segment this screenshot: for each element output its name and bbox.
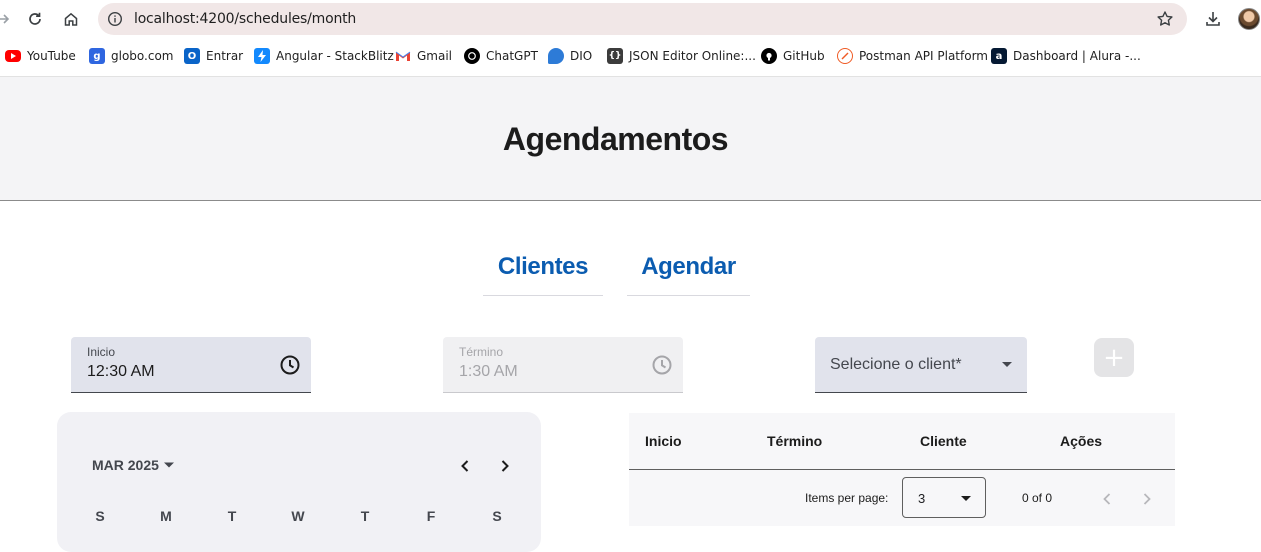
paginator-range-label: 0 of 0 — [1022, 491, 1053, 505]
json-editor-icon: {} — [607, 48, 623, 64]
clock-icon[interactable] — [279, 354, 301, 376]
page-size-select[interactable]: 3 — [902, 477, 986, 518]
dropdown-arrow-icon — [1002, 362, 1012, 367]
weekday-label: T — [360, 508, 370, 524]
weekday-label: T — [227, 508, 237, 524]
bookmark-label: Entrar — [206, 49, 244, 63]
add-button[interactable]: + — [1094, 338, 1134, 377]
globo-icon: g — [89, 48, 105, 64]
bookmark-chatgpt[interactable]: ChatGPT — [464, 47, 538, 65]
weekday-label: S — [492, 508, 502, 524]
bookmark-star-icon[interactable] — [1155, 9, 1175, 29]
profile-avatar[interactable] — [1238, 8, 1260, 30]
calendar: MAR 2025 S M T W T F S — [57, 412, 541, 552]
page-title: Agendamentos — [502, 121, 729, 157]
bookmark-json-editor[interactable]: {} JSON Editor Online:... — [607, 47, 756, 65]
forward-icon[interactable] — [0, 7, 16, 31]
bookmark-postman[interactable]: Postman API Platform — [837, 47, 988, 65]
caret-down-icon — [163, 462, 174, 468]
bookmark-alura[interactable]: a Dashboard | Alura -... — [991, 47, 1141, 65]
url-text[interactable]: localhost:4200/schedules/month — [134, 11, 356, 27]
chevron-right-icon — [1143, 493, 1151, 505]
weekday-label: F — [426, 508, 436, 524]
chevron-right-icon — [501, 460, 509, 472]
bookmark-label: GitHub — [783, 49, 825, 63]
github-icon — [761, 48, 777, 64]
schedules-table: Inicio Término Cliente Ações Items per p… — [629, 413, 1175, 526]
postman-icon — [837, 48, 853, 64]
bookmark-gmail[interactable]: Gmail — [395, 47, 452, 65]
calendar-month-label: MAR 2025 — [92, 457, 159, 473]
column-header-cliente: Cliente — [920, 433, 967, 449]
browser-toolbar: localhost:4200/schedules/month — [0, 0, 1261, 38]
column-header-inicio: Inicio — [645, 433, 682, 449]
calendar-prev-button[interactable] — [453, 454, 477, 478]
bookmark-label: YouTube — [27, 49, 76, 63]
plus-icon: + — [1103, 342, 1125, 373]
end-time-label: Término — [459, 345, 504, 359]
bookmark-label: Postman API Platform — [859, 49, 988, 63]
previous-page-button[interactable] — [1095, 487, 1119, 511]
client-select[interactable]: Selecione o client* — [815, 337, 1027, 393]
weekday-label: S — [95, 508, 105, 524]
bookmark-label: DIO — [570, 49, 593, 63]
home-icon[interactable] — [59, 7, 83, 31]
dio-icon — [548, 48, 564, 64]
youtube-icon — [5, 50, 21, 62]
chevron-left-icon — [461, 460, 469, 472]
bookmarks-bar: YouTube g globo.com O Entrar Angular - S… — [0, 40, 1261, 72]
page-size-value: 3 — [918, 491, 926, 506]
bookmark-label: Angular - StackBlitz — [276, 49, 394, 63]
start-time-field[interactable]: Inicio 12:30 AM — [71, 337, 311, 393]
bookmark-entrar[interactable]: O Entrar — [184, 47, 243, 65]
start-time-value[interactable]: 12:30 AM — [87, 363, 155, 381]
start-time-label: Inicio — [87, 345, 116, 359]
bookmark-label: JSON Editor Online:... — [629, 49, 756, 63]
weekday-label: M — [160, 508, 172, 524]
end-time-value: 1:30 AM — [459, 363, 518, 380]
stackblitz-icon — [254, 48, 270, 64]
chatgpt-icon — [464, 48, 480, 64]
nav-link-agendar[interactable]: Agendar — [627, 253, 750, 296]
bookmark-stackblitz[interactable]: Angular - StackBlitz — [254, 47, 394, 65]
end-time-field: Término 1:30 AM — [443, 337, 683, 393]
column-header-termino: Término — [767, 433, 823, 449]
weekday-label: W — [291, 508, 305, 524]
page-header: Agendamentos — [0, 77, 1261, 201]
site-info-icon[interactable] — [106, 10, 124, 28]
bookmark-youtube[interactable]: YouTube — [5, 47, 76, 65]
chevron-left-icon — [1103, 493, 1111, 505]
header-divider — [629, 469, 1175, 470]
bookmark-label: Gmail — [417, 49, 453, 63]
items-per-page-label: Items per page: — [805, 491, 889, 505]
bookmark-github[interactable]: GitHub — [761, 47, 825, 65]
bookmark-label: Dashboard | Alura -... — [1013, 49, 1141, 63]
calendar-period-button[interactable]: MAR 2025 — [92, 457, 175, 473]
gmail-icon — [395, 48, 411, 64]
alura-icon: a — [991, 48, 1007, 64]
column-header-acoes: Ações — [1060, 433, 1103, 449]
address-bar[interactable]: localhost:4200/schedules/month — [98, 3, 1187, 35]
reload-icon[interactable] — [23, 7, 47, 31]
outlook-icon: O — [184, 48, 200, 64]
bookmark-globo[interactable]: g globo.com — [89, 47, 173, 65]
calendar-next-button[interactable] — [493, 454, 517, 478]
clock-icon — [651, 354, 673, 376]
bookmark-label: globo.com — [111, 49, 174, 63]
bookmark-dio[interactable]: DIO — [548, 47, 592, 65]
next-page-button[interactable] — [1135, 487, 1159, 511]
dropdown-arrow-icon — [961, 496, 971, 501]
client-select-placeholder: Selecione o client* — [830, 356, 962, 373]
download-icon[interactable] — [1201, 7, 1225, 31]
bookmark-label: ChatGPT — [486, 49, 538, 63]
nav-link-clientes[interactable]: Clientes — [483, 253, 603, 296]
